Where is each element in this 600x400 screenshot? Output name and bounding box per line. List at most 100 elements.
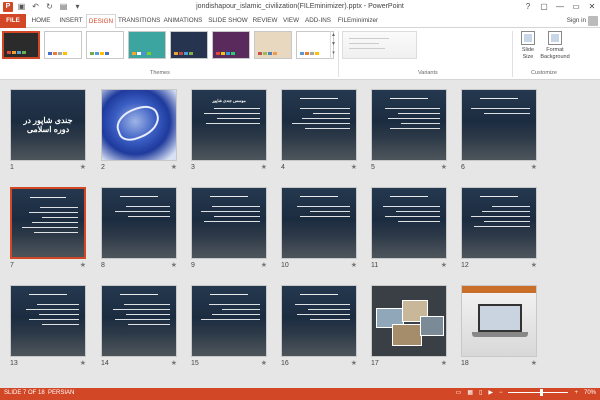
slide-thumbnail[interactable]: 16 ★ — [281, 285, 357, 367]
normal-view-icon[interactable]: ▭ — [456, 389, 462, 396]
slide-preview[interactable] — [281, 187, 357, 259]
slide-thumbnail[interactable]: 9 ★ — [191, 187, 267, 269]
slide-transition-star-icon[interactable]: ★ — [80, 163, 86, 171]
slide-transition-star-icon[interactable]: ★ — [261, 261, 267, 269]
slide-thumbnail[interactable]: 5 ★ — [371, 89, 447, 171]
slide-preview[interactable] — [461, 187, 537, 259]
slide-transition-star-icon[interactable]: ★ — [171, 359, 177, 367]
slide-preview[interactable] — [101, 187, 177, 259]
format-background-button[interactable]: Format Background — [540, 31, 570, 61]
tab-slide-show[interactable]: SLIDE SHOW — [206, 14, 250, 28]
slide-preview[interactable] — [10, 285, 86, 357]
slide-thumbnail[interactable]: 14 ★ — [101, 285, 177, 367]
slide-thumbnail[interactable]: 10 ★ — [281, 187, 357, 269]
restore-icon[interactable]: ▭ — [570, 1, 582, 12]
close-icon[interactable]: ✕ — [586, 1, 598, 12]
ribbon-display-icon[interactable]: ▢ — [538, 1, 550, 12]
slide-sorter-view-icon[interactable]: ▦ — [467, 389, 473, 396]
theme-thumbnail[interactable] — [44, 31, 82, 59]
slideshow-view-icon[interactable]: ▶ — [488, 389, 493, 396]
slide-transition-star-icon[interactable]: ★ — [171, 163, 177, 171]
slide-transition-star-icon[interactable]: ★ — [351, 359, 357, 367]
reading-view-icon[interactable]: ▯ — [479, 389, 482, 396]
slide-preview[interactable]: جندی شاپور در دوره اسلامی — [10, 89, 86, 161]
ribbon-tabs: FILE HOME INSERT DESIGN TRANSITIONS ANIM… — [0, 14, 600, 29]
slide-thumbnail[interactable]: 2 ★ — [101, 89, 177, 171]
zoom-in-icon[interactable]: + — [574, 390, 578, 396]
slide-transition-star-icon[interactable]: ★ — [351, 163, 357, 171]
avatar[interactable] — [588, 16, 598, 26]
slide-banner — [462, 286, 536, 293]
slide-thumbnail[interactable]: 8 ★ — [101, 187, 177, 269]
slide-thumbnail[interactable]: 17 ★ — [371, 285, 447, 367]
gallery-down-icon[interactable]: ▼ — [331, 40, 336, 49]
tab-design[interactable]: DESIGN — [86, 14, 116, 29]
slide-thumbnail[interactable]: 18 ★ — [461, 285, 537, 367]
zoom-out-icon[interactable]: − — [499, 390, 503, 396]
slide-transition-star-icon[interactable]: ★ — [531, 163, 537, 171]
tab-home[interactable]: HOME — [28, 14, 54, 28]
slide-transition-star-icon[interactable]: ★ — [441, 261, 447, 269]
slide-preview[interactable] — [191, 285, 267, 357]
tab-animations[interactable]: ANIMATIONS — [162, 14, 204, 28]
language-indicator[interactable]: PERSIAN — [48, 390, 74, 396]
tab-file[interactable]: FILE — [0, 14, 26, 28]
tab-add-ins[interactable]: ADD-INS — [302, 14, 334, 28]
help-icon[interactable]: ? — [522, 1, 534, 12]
slide-thumbnail[interactable]: 7 ★ — [10, 187, 86, 269]
slide-preview[interactable]: موسس جندی شاپور — [191, 89, 267, 161]
variant-thumbnail[interactable] — [342, 31, 417, 59]
tab-view[interactable]: VIEW — [280, 14, 302, 28]
theme-thumbnail[interactable] — [212, 31, 250, 59]
tab-review[interactable]: REVIEW — [250, 14, 280, 28]
slide-preview[interactable] — [281, 89, 357, 161]
slide-thumbnail[interactable]: 13 ★ — [10, 285, 86, 367]
slide-preview[interactable] — [371, 187, 447, 259]
slide-preview[interactable] — [461, 89, 537, 161]
slide-thumbnail[interactable]: جندی شاپور در دوره اسلامی 1 ★ — [10, 89, 86, 171]
slide-thumbnail[interactable]: 15 ★ — [191, 285, 267, 367]
slide-preview[interactable] — [281, 285, 357, 357]
zoom-slider-thumb[interactable] — [539, 389, 543, 396]
tab-fileminimizer[interactable]: FILEminimizer — [336, 14, 380, 28]
slide-preview[interactable] — [191, 187, 267, 259]
theme-thumbnail[interactable] — [128, 31, 166, 59]
slide-transition-star-icon[interactable]: ★ — [441, 163, 447, 171]
zoom-slider[interactable] — [508, 389, 569, 396]
slide-size-button[interactable]: Slide Size — [516, 31, 540, 61]
slide-preview[interactable] — [461, 285, 537, 357]
slide-thumbnail[interactable]: 6 ★ — [461, 89, 537, 171]
ribbon-design: ▲ ▼ ▾ Themes Variants Slide Size Format … — [0, 28, 600, 80]
slide-thumbnail[interactable]: 4 ★ — [281, 89, 357, 171]
slide-transition-star-icon[interactable]: ★ — [80, 261, 86, 269]
slide-thumbnail[interactable]: موسس جندی شاپور 3 ★ — [191, 89, 267, 171]
slide-preview[interactable] — [10, 187, 86, 259]
slide-transition-star-icon[interactable]: ★ — [351, 261, 357, 269]
slide-transition-star-icon[interactable]: ★ — [171, 261, 177, 269]
slide-transition-star-icon[interactable]: ★ — [80, 359, 86, 367]
zoom-level[interactable]: 70% — [584, 390, 596, 396]
slide-preview[interactable] — [101, 89, 177, 161]
theme-thumbnail[interactable] — [296, 31, 334, 59]
theme-thumbnail[interactable] — [2, 31, 40, 59]
sign-in-link[interactable]: Sign in — [567, 14, 586, 28]
slide-transition-star-icon[interactable]: ★ — [531, 359, 537, 367]
theme-thumbnail[interactable] — [254, 31, 292, 59]
gallery-up-icon[interactable]: ▲ — [331, 31, 336, 40]
slide-transition-star-icon[interactable]: ★ — [441, 359, 447, 367]
themes-gallery-scroll[interactable]: ▲ ▼ ▾ — [330, 31, 336, 59]
theme-thumbnail[interactable] — [86, 31, 124, 59]
slide-transition-star-icon[interactable]: ★ — [261, 163, 267, 171]
slide-thumbnail[interactable]: 11 ★ — [371, 187, 447, 269]
slide-preview[interactable] — [371, 89, 447, 161]
minimize-icon[interactable]: — — [554, 1, 566, 12]
slide-transition-star-icon[interactable]: ★ — [261, 359, 267, 367]
tab-transitions[interactable]: TRANSITIONS — [118, 14, 160, 28]
gallery-more-icon[interactable]: ▾ — [331, 49, 336, 58]
slide-transition-star-icon[interactable]: ★ — [531, 261, 537, 269]
slide-thumbnail[interactable]: 12 ★ — [461, 187, 537, 269]
slide-preview[interactable] — [101, 285, 177, 357]
tab-insert[interactable]: INSERT — [56, 14, 86, 28]
theme-thumbnail[interactable] — [170, 31, 208, 59]
slide-preview[interactable] — [371, 285, 447, 357]
